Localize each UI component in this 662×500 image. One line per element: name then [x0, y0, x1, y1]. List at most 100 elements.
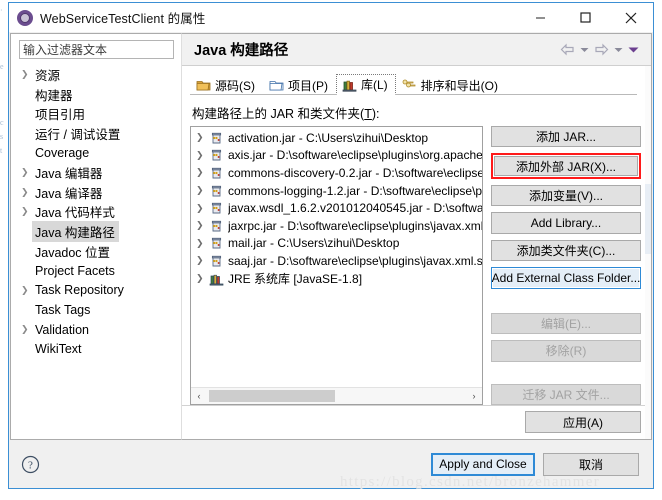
jar-list-item[interactable]: ❯ JRE 系统库 [JavaSE-1.8]	[191, 270, 482, 288]
eclipse-properties-icon	[17, 9, 33, 26]
tab-2[interactable]: 库(L)	[336, 74, 396, 95]
sidebar-item-5[interactable]: ❯ Java 编辑器	[11, 163, 181, 183]
chevron-right-icon[interactable]: ❯	[19, 187, 34, 197]
add-external-jar-button[interactable]: 添加外部 JAR(X)...	[494, 156, 638, 176]
jar-list-item[interactable]: ❯ saaj.jar - D:\software\eclipse\plugins\…	[191, 252, 482, 270]
jar-list-item-text: mail.jar - C:\Users\zihui\Desktop	[228, 236, 400, 251]
tree-indent-spacer: ❯	[19, 109, 34, 118]
tree-indent-spacer: ❯	[19, 266, 34, 275]
jar-list-item[interactable]: ❯ javax.wsdl_1.6.2.v201012040545.jar - D:…	[191, 199, 482, 217]
jar-list-label-suffix: ):	[371, 107, 380, 121]
add-library-button[interactable]: Add Library...	[491, 212, 641, 234]
sidebar-item-10[interactable]: ❯Project Facets	[11, 261, 181, 281]
jar-list-label: 构建路径上的 JAR 和类文件夹(T):	[192, 103, 651, 122]
sidebar-item-2[interactable]: ❯项目引用	[11, 104, 181, 124]
sidebar-item-9[interactable]: ❯Javadoc 位置	[11, 241, 181, 261]
scrollbar-thumb[interactable]	[645, 184, 651, 254]
jar-list-items: ❯ activation.jar - C:\Users\zihui\Desktop…	[191, 127, 482, 387]
jar-icon	[211, 132, 222, 144]
jar-list-item[interactable]: ❯ activation.jar - C:\Users\zihui\Desktop	[191, 129, 482, 147]
triangle-down-icon[interactable]	[628, 46, 639, 54]
sidebar-item-13[interactable]: ❯ Validation	[11, 320, 181, 340]
chevron-right-icon[interactable]: ❯	[196, 132, 209, 143]
sidebar-item-0[interactable]: ❯ 资源	[11, 65, 181, 85]
page-title: Java 构建路径	[194, 43, 289, 59]
chevron-right-icon[interactable]: ❯	[196, 167, 209, 178]
sidebar-item-11[interactable]: ❯ Task Repository	[11, 281, 181, 301]
chevron-right-icon[interactable]: ❯	[196, 255, 209, 266]
jar-icon	[211, 150, 222, 161]
scrollbar-track[interactable]	[207, 388, 466, 404]
remove-button[interactable]: 移除(R)	[491, 340, 641, 362]
chevron-down-icon[interactable]	[614, 46, 623, 54]
add-external-class-folder-button[interactable]: Add External Class Folder...	[491, 267, 641, 289]
edit-button[interactable]: 编辑(E)...	[491, 312, 641, 335]
tab-1[interactable]: 项目(P)	[263, 74, 336, 95]
sidebar-item-7[interactable]: ❯ Java 代码样式	[11, 202, 181, 222]
sidebar-item-12[interactable]: ❯Task Tags	[11, 300, 181, 320]
chevron-right-icon[interactable]: ❯	[196, 220, 209, 231]
content-vertical-scrollbar[interactable]	[645, 66, 651, 439]
filter-input[interactable]	[19, 40, 174, 59]
jar-list[interactable]: ❯ activation.jar - C:\Users\zihui\Desktop…	[190, 126, 483, 405]
scrollbar-thumb[interactable]	[209, 390, 335, 402]
project-folder-icon	[269, 81, 284, 91]
help-question-icon[interactable]: ?	[21, 455, 40, 474]
jar-list-item[interactable]: ❯ axis.jar - D:\software\eclipse\plugins\…	[191, 147, 482, 165]
sidebar-item-8[interactable]: ❯Java 构建路径	[11, 221, 181, 243]
sidebar-item-3[interactable]: ❯运行 / 调试设置	[11, 124, 181, 144]
chevron-right-icon[interactable]: ❯	[196, 203, 209, 214]
chevron-right-icon[interactable]: ❯	[19, 325, 34, 334]
sidebar-item-label: 项目引用	[35, 108, 86, 123]
sidebar-item-1[interactable]: ❯构建器	[11, 85, 181, 105]
tree-indent-spacer: ❯	[19, 90, 34, 99]
close-button[interactable]	[608, 3, 653, 32]
jar-list-item[interactable]: ❯ jaxrpc.jar - D:\software\eclipse\plugin…	[191, 217, 482, 235]
tab-3[interactable]: 排序和导出(O)	[396, 74, 506, 95]
apply-and-close-button[interactable]: Apply and Close	[431, 452, 535, 476]
chevron-down-icon[interactable]	[580, 46, 589, 54]
sidebar-item-14[interactable]: ❯WikiText	[11, 339, 181, 359]
scroll-left-arrow-icon[interactable]: ‹	[191, 388, 207, 404]
chevron-right-icon[interactable]: ❯	[196, 150, 209, 161]
maximize-button[interactable]	[563, 3, 608, 32]
chevron-right-icon[interactable]: ❯	[196, 185, 209, 196]
chevron-right-icon[interactable]: ❯	[196, 238, 209, 249]
arrow-right-icon[interactable]	[594, 43, 609, 56]
sidebar-item-label: Task Tags	[35, 302, 91, 317]
tab-0[interactable]: 源码(S)	[190, 74, 263, 95]
jar-icon	[211, 255, 222, 267]
scroll-right-arrow-icon[interactable]: ›	[466, 388, 482, 404]
chevron-right-icon[interactable]: ❯	[19, 168, 34, 177]
page-edge-artifact: c	[0, 118, 4, 127]
settings-content-panel: Java 构建路径 源码(S) 项目(P) 库(L) 排序和导出(O) 构建路径…	[182, 33, 652, 440]
add-external-jar-highlight: 添加外部 JAR(X)...	[491, 153, 641, 179]
jar-list-item-text: commons-discovery-0.2.jar - D:\software\…	[228, 165, 482, 180]
footer-buttons: Apply and Close 取消	[431, 452, 639, 476]
migrate-jar-button[interactable]: 迁移 JAR 文件...	[491, 383, 641, 405]
add-jar-button[interactable]: 添加 JAR...	[491, 126, 641, 148]
sidebar-item-6[interactable]: ❯ Java 编译器	[11, 183, 181, 203]
window-controls	[518, 3, 653, 32]
page-edge-artifact: ·	[0, 6, 3, 15]
jar-list-item[interactable]: ❯ commons-logging-1.2.jar - D:\software\e…	[191, 182, 482, 200]
sidebar-item-label: 构建器	[35, 88, 73, 103]
sidebar-item-label: Project Facets	[35, 263, 115, 278]
jar-list-item[interactable]: ❯ mail.jar - C:\Users\zihui\Desktop	[191, 235, 482, 253]
sidebar-item-4[interactable]: ❯Coverage	[11, 143, 181, 163]
dialog-body: ❯资源❯构建器❯项目引用❯运行 / 调试设置❯Coverage❯Java 编辑器…	[9, 32, 653, 440]
chevron-right-icon[interactable]: ❯	[19, 70, 34, 79]
jar-list-horizontal-scrollbar[interactable]: ‹ ›	[191, 387, 482, 404]
arrow-left-icon[interactable]	[560, 43, 575, 56]
chevron-right-icon[interactable]: ❯	[19, 207, 34, 216]
jar-list-item[interactable]: ❯ commons-discovery-0.2.jar - D:\software…	[191, 164, 482, 182]
jar-list-label-mnemonic: T	[364, 107, 372, 121]
svg-text:?: ?	[28, 459, 33, 471]
chevron-right-icon[interactable]: ❯	[196, 273, 209, 284]
cancel-button[interactable]: 取消	[543, 452, 639, 476]
chevron-right-icon[interactable]: ❯	[19, 285, 34, 295]
apply-button[interactable]: 应用(A)	[525, 411, 641, 433]
minimize-button[interactable]	[518, 3, 563, 32]
add-class-folder-button[interactable]: 添加类文件夹(C)...	[491, 239, 641, 262]
add-variable-button[interactable]: 添加变量(V)...	[491, 184, 641, 207]
